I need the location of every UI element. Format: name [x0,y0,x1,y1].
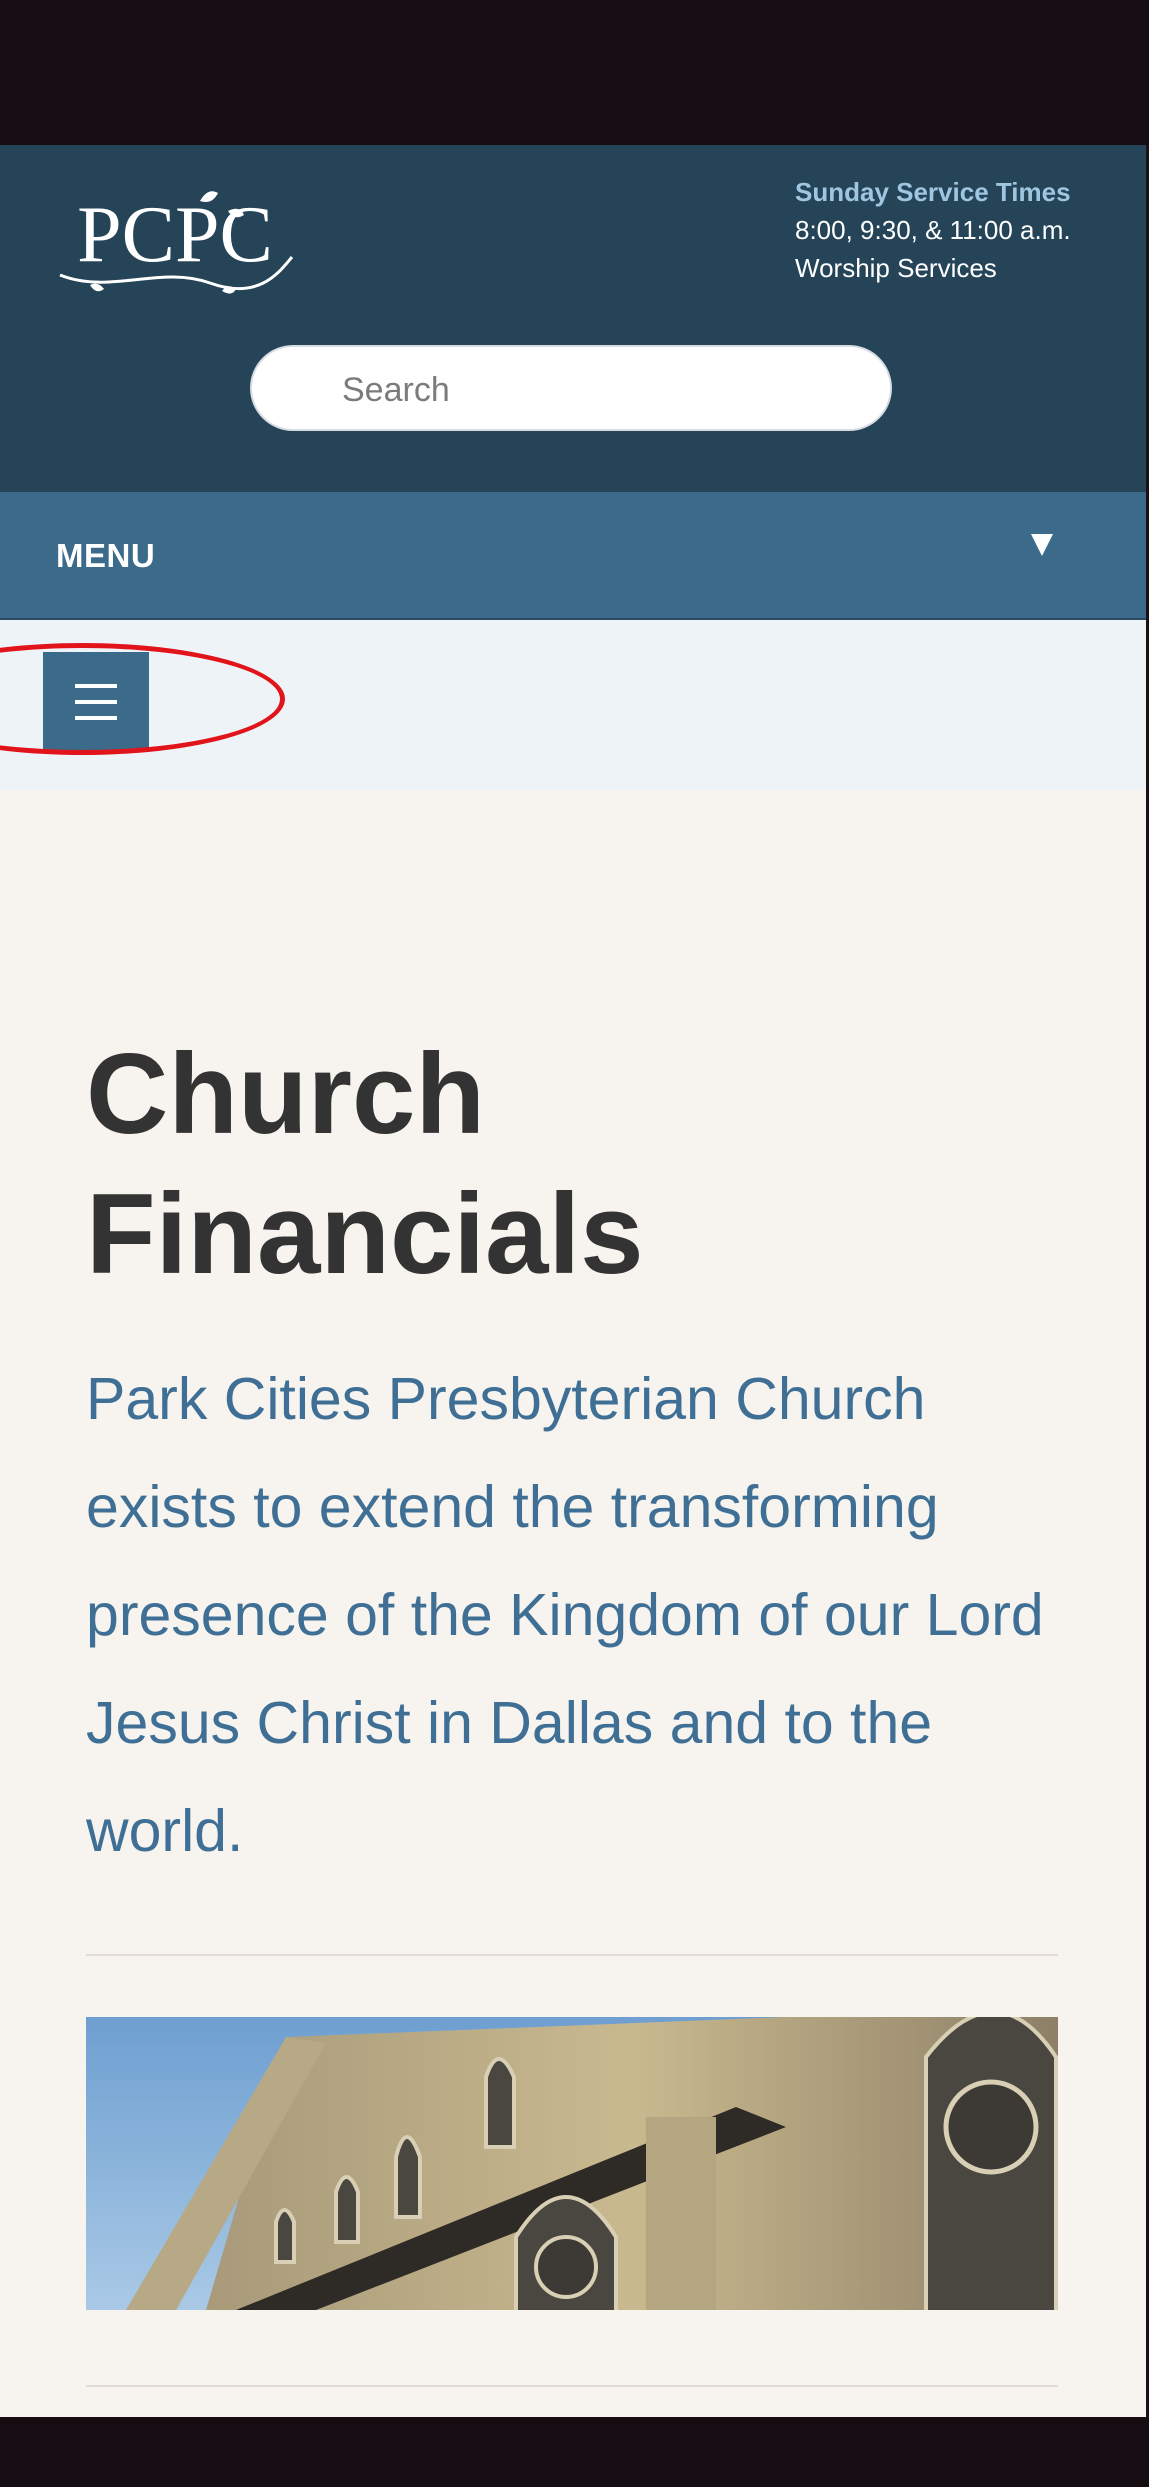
menu-bar[interactable]: MENU [0,492,1146,620]
page: PCPC Sunday Service Times 8:00, 9:30, & … [0,145,1146,2417]
church-building-photo [86,2017,1058,2310]
divider [86,2385,1058,2387]
service-times-label: Worship Services [795,253,997,283]
service-times-hours: 8:00, 9:30, & 11:00 a.m. [795,215,1071,245]
triangle-down-icon[interactable] [1031,534,1053,556]
service-times: Sunday Service Times 8:00, 9:30, & 11:00… [795,173,1125,287]
pcpc-logo[interactable]: PCPC [50,173,300,303]
search-input[interactable] [340,365,844,415]
logo-text: PCPC [77,191,273,279]
site-header: PCPC Sunday Service Times 8:00, 9:30, & … [0,145,1146,492]
home-indicator-bar [0,2417,1149,2487]
hamburger-menu-button[interactable] [43,652,149,752]
hamburger-icon [75,684,117,720]
menu-label: MENU [56,537,156,574]
search-box[interactable] [250,345,892,431]
status-bar [0,0,1149,145]
divider [86,1954,1058,1956]
service-times-title: Sunday Service Times [795,177,1071,207]
intro-text: Park Cities Presbyterian Church exists t… [86,1366,1044,1864]
subnav-bar [0,620,1146,790]
page-title: Church Financials [86,1031,644,1298]
